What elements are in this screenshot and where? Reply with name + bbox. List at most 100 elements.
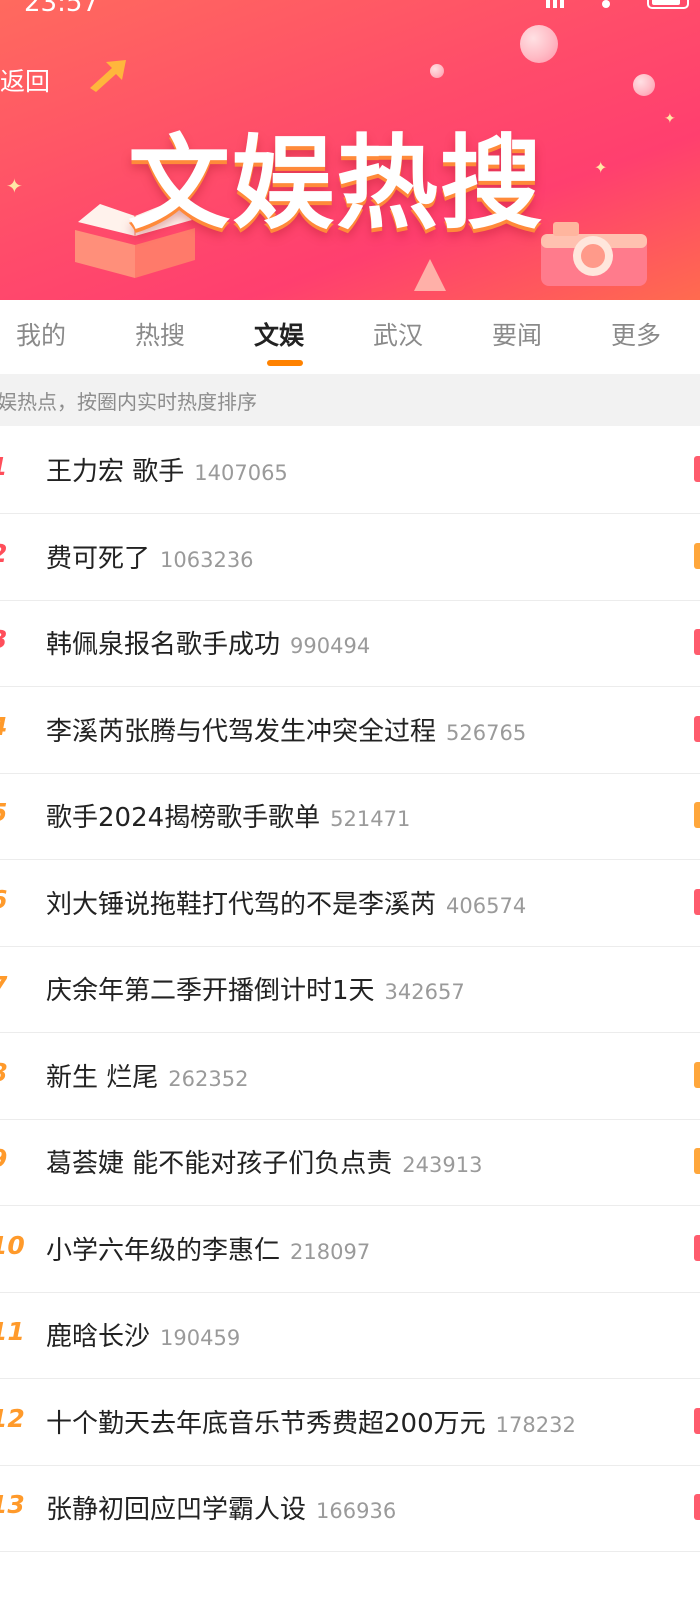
hot-badge-icon <box>694 888 700 915</box>
rank-number: 4 <box>0 712 7 741</box>
list-item[interactable]: 12 十个勤天去年底音乐节秀费超200万元 178232 <box>0 1378 700 1466</box>
rank-number: 7 <box>0 971 7 1000</box>
entry-text: 张静初回应凹学霸人设 166936 <box>46 1489 396 1526</box>
sparkle-icon: ✦ <box>594 158 608 177</box>
arrow-icon <box>90 60 126 92</box>
list-item[interactable]: 6 刘大锤说拖鞋打代驾的不是李溪芮 406574 <box>0 859 700 947</box>
heat-count: 262352 <box>168 1066 249 1091</box>
entry-text: 歌手2024揭榜歌手歌单 521471 <box>46 797 410 834</box>
entry-text: 小学六年级的李惠仁 218097 <box>46 1230 370 1267</box>
heat-count: 190459 <box>160 1326 241 1350</box>
bubble-decoration <box>520 25 558 63</box>
sparkle-icon: ✦ <box>664 111 676 127</box>
heat-count: 1407065 <box>194 461 288 485</box>
status-time: 23:57 <box>24 0 99 18</box>
topic-title[interactable]: 十个勤天去年底音乐节秀费超200万元 <box>46 1409 486 1439</box>
heat-count: 178232 <box>495 1412 576 1437</box>
rank-number: 9 <box>0 1144 7 1173</box>
header-banner: ✦ ✦ ✦ 23:57 返回 文娱热搜 <box>0 0 700 300</box>
list-item[interactable]: 9 葛荟婕 能不能对孩子们负点责 243913 <box>0 1118 700 1206</box>
entry-text: 鹿晗长沙 190459 <box>46 1316 240 1353</box>
topic-title[interactable]: 庆余年第二季开播倒计时1天 <box>46 976 375 1006</box>
rank-number: 10 <box>0 1230 25 1260</box>
entry-text: 葛荟婕 能不能对孩子们负点责 243913 <box>46 1143 482 1180</box>
heat-count: 243913 <box>402 1153 483 1177</box>
hot-badge-icon <box>694 715 700 742</box>
tab-hot-search[interactable]: 热搜 <box>135 316 185 352</box>
entry-text: 庆余年第二季开播倒计时1天 342657 <box>46 970 465 1007</box>
back-button[interactable]: 返回 <box>0 62 50 98</box>
heat-count: 990494 <box>290 634 371 658</box>
page: ✦ ✦ ✦ 23:57 返回 文娱热搜 我的 热搜 文娱 武汉 要闻 更多 娱热… <box>0 0 700 1601</box>
list-item[interactable]: 13 张静初回应凹学霸人设 166936 <box>0 1464 700 1552</box>
heat-count: 218097 <box>290 1239 371 1264</box>
entry-text: 王力宏 歌手 1407065 <box>46 451 288 488</box>
tab-news[interactable]: 要闻 <box>492 316 542 352</box>
list-item[interactable]: 2 费可死了 1063236 <box>0 513 700 601</box>
tab-wuhan[interactable]: 武汉 <box>373 316 423 352</box>
topic-title[interactable]: 王力宏 歌手 <box>46 457 184 487</box>
topic-title[interactable]: 韩佩泉报名歌手成功 <box>46 630 280 660</box>
category-tabs: 我的 热搜 文娱 武汉 要闻 更多 <box>0 300 700 374</box>
topic-title[interactable]: 歌手2024揭榜歌手歌单 <box>46 803 320 833</box>
topic-title[interactable]: 张静初回应凹学霸人设 <box>46 1495 306 1525</box>
entry-text: 新生 烂尾 262352 <box>46 1057 248 1094</box>
camera-icon <box>541 222 647 286</box>
topic-title[interactable]: 鹿晗长沙 <box>46 1322 150 1352</box>
tab-more[interactable]: 更多 <box>611 316 661 352</box>
topic-title[interactable]: 葛荟婕 能不能对孩子们负点责 <box>46 1149 392 1179</box>
hot-badge-icon <box>694 1494 700 1520</box>
banner-title: 文娱热搜 <box>128 125 544 244</box>
entry-text: 李溪芮张腾与代驾发生冲突全过程 526765 <box>46 711 526 748</box>
rank-number: 2 <box>0 539 7 568</box>
entry-text: 韩佩泉报名歌手成功 990494 <box>46 624 370 661</box>
rank-number: 8 <box>0 1058 7 1087</box>
rank-number: 6 <box>0 885 7 914</box>
topic-title[interactable]: 刘大锤说拖鞋打代驾的不是李溪芮 <box>46 890 436 920</box>
heat-count: 342657 <box>384 980 465 1004</box>
topic-title[interactable]: 新生 烂尾 <box>46 1063 158 1093</box>
entry-text: 费可死了 1063236 <box>46 538 254 575</box>
ranking-description: 娱热点，按圈内实时热度排序 <box>0 390 257 414</box>
heat-count: 521471 <box>330 807 411 831</box>
rank-number: 12 <box>0 1403 25 1433</box>
rank-number: 11 <box>0 1317 25 1346</box>
subtitle-bar: 娱热点，按圈内实时热度排序 <box>0 374 700 426</box>
list-item[interactable]: 11 鹿晗长沙 190459 <box>0 1291 700 1379</box>
list-item[interactable]: 8 新生 烂尾 262352 <box>0 1032 700 1120</box>
sparkle-icon: ✦ <box>6 174 23 198</box>
topic-title[interactable]: 小学六年级的李惠仁 <box>46 1236 280 1266</box>
hot-badge-icon <box>694 456 700 482</box>
list-item[interactable]: 3 韩佩泉报名歌手成功 990494 <box>0 599 700 687</box>
heat-count: 166936 <box>316 1499 397 1523</box>
list-item[interactable]: 7 庆余年第二季开播倒计时1天 342657 <box>0 945 700 1033</box>
hot-badge-icon <box>694 629 700 655</box>
tab-mine[interactable]: 我的 <box>16 316 66 352</box>
rank-number: 3 <box>0 625 7 654</box>
hot-badge-icon <box>694 542 700 569</box>
hot-badge-icon <box>694 1234 700 1261</box>
heat-count: 526765 <box>446 720 527 745</box>
hot-badge-icon <box>694 802 700 828</box>
entry-text: 刘大锤说拖鞋打代驾的不是李溪芮 406574 <box>46 884 526 921</box>
topic-title[interactable]: 李溪芮张腾与代驾发生冲突全过程 <box>46 717 436 747</box>
hot-badge-icon <box>694 1407 700 1434</box>
topic-title[interactable]: 费可死了 <box>46 544 150 574</box>
hot-badge-icon <box>694 1061 700 1088</box>
bubble-decoration <box>430 64 444 78</box>
hot-badge-icon <box>694 1148 700 1174</box>
entry-text: 十个勤天去年底音乐节秀费超200万元 178232 <box>46 1403 576 1440</box>
triangle-decoration <box>414 259 446 291</box>
list-item[interactable]: 1 王力宏 歌手 1407065 <box>0 426 700 514</box>
list-item[interactable]: 10 小学六年级的李惠仁 218097 <box>0 1205 700 1293</box>
status-icons <box>546 0 689 9</box>
tab-entertainment[interactable]: 文娱 <box>254 316 304 352</box>
list-item[interactable]: 4 李溪芮张腾与代驾发生冲突全过程 526765 <box>0 686 700 774</box>
rank-number: 5 <box>0 798 7 827</box>
active-tab-indicator <box>267 360 303 366</box>
heat-count: 1063236 <box>160 547 254 572</box>
bubble-decoration <box>633 74 655 96</box>
rank-number: 13 <box>0 1490 25 1519</box>
list-item[interactable]: 5 歌手2024揭榜歌手歌单 521471 <box>0 772 700 860</box>
heat-count: 406574 <box>446 893 527 918</box>
